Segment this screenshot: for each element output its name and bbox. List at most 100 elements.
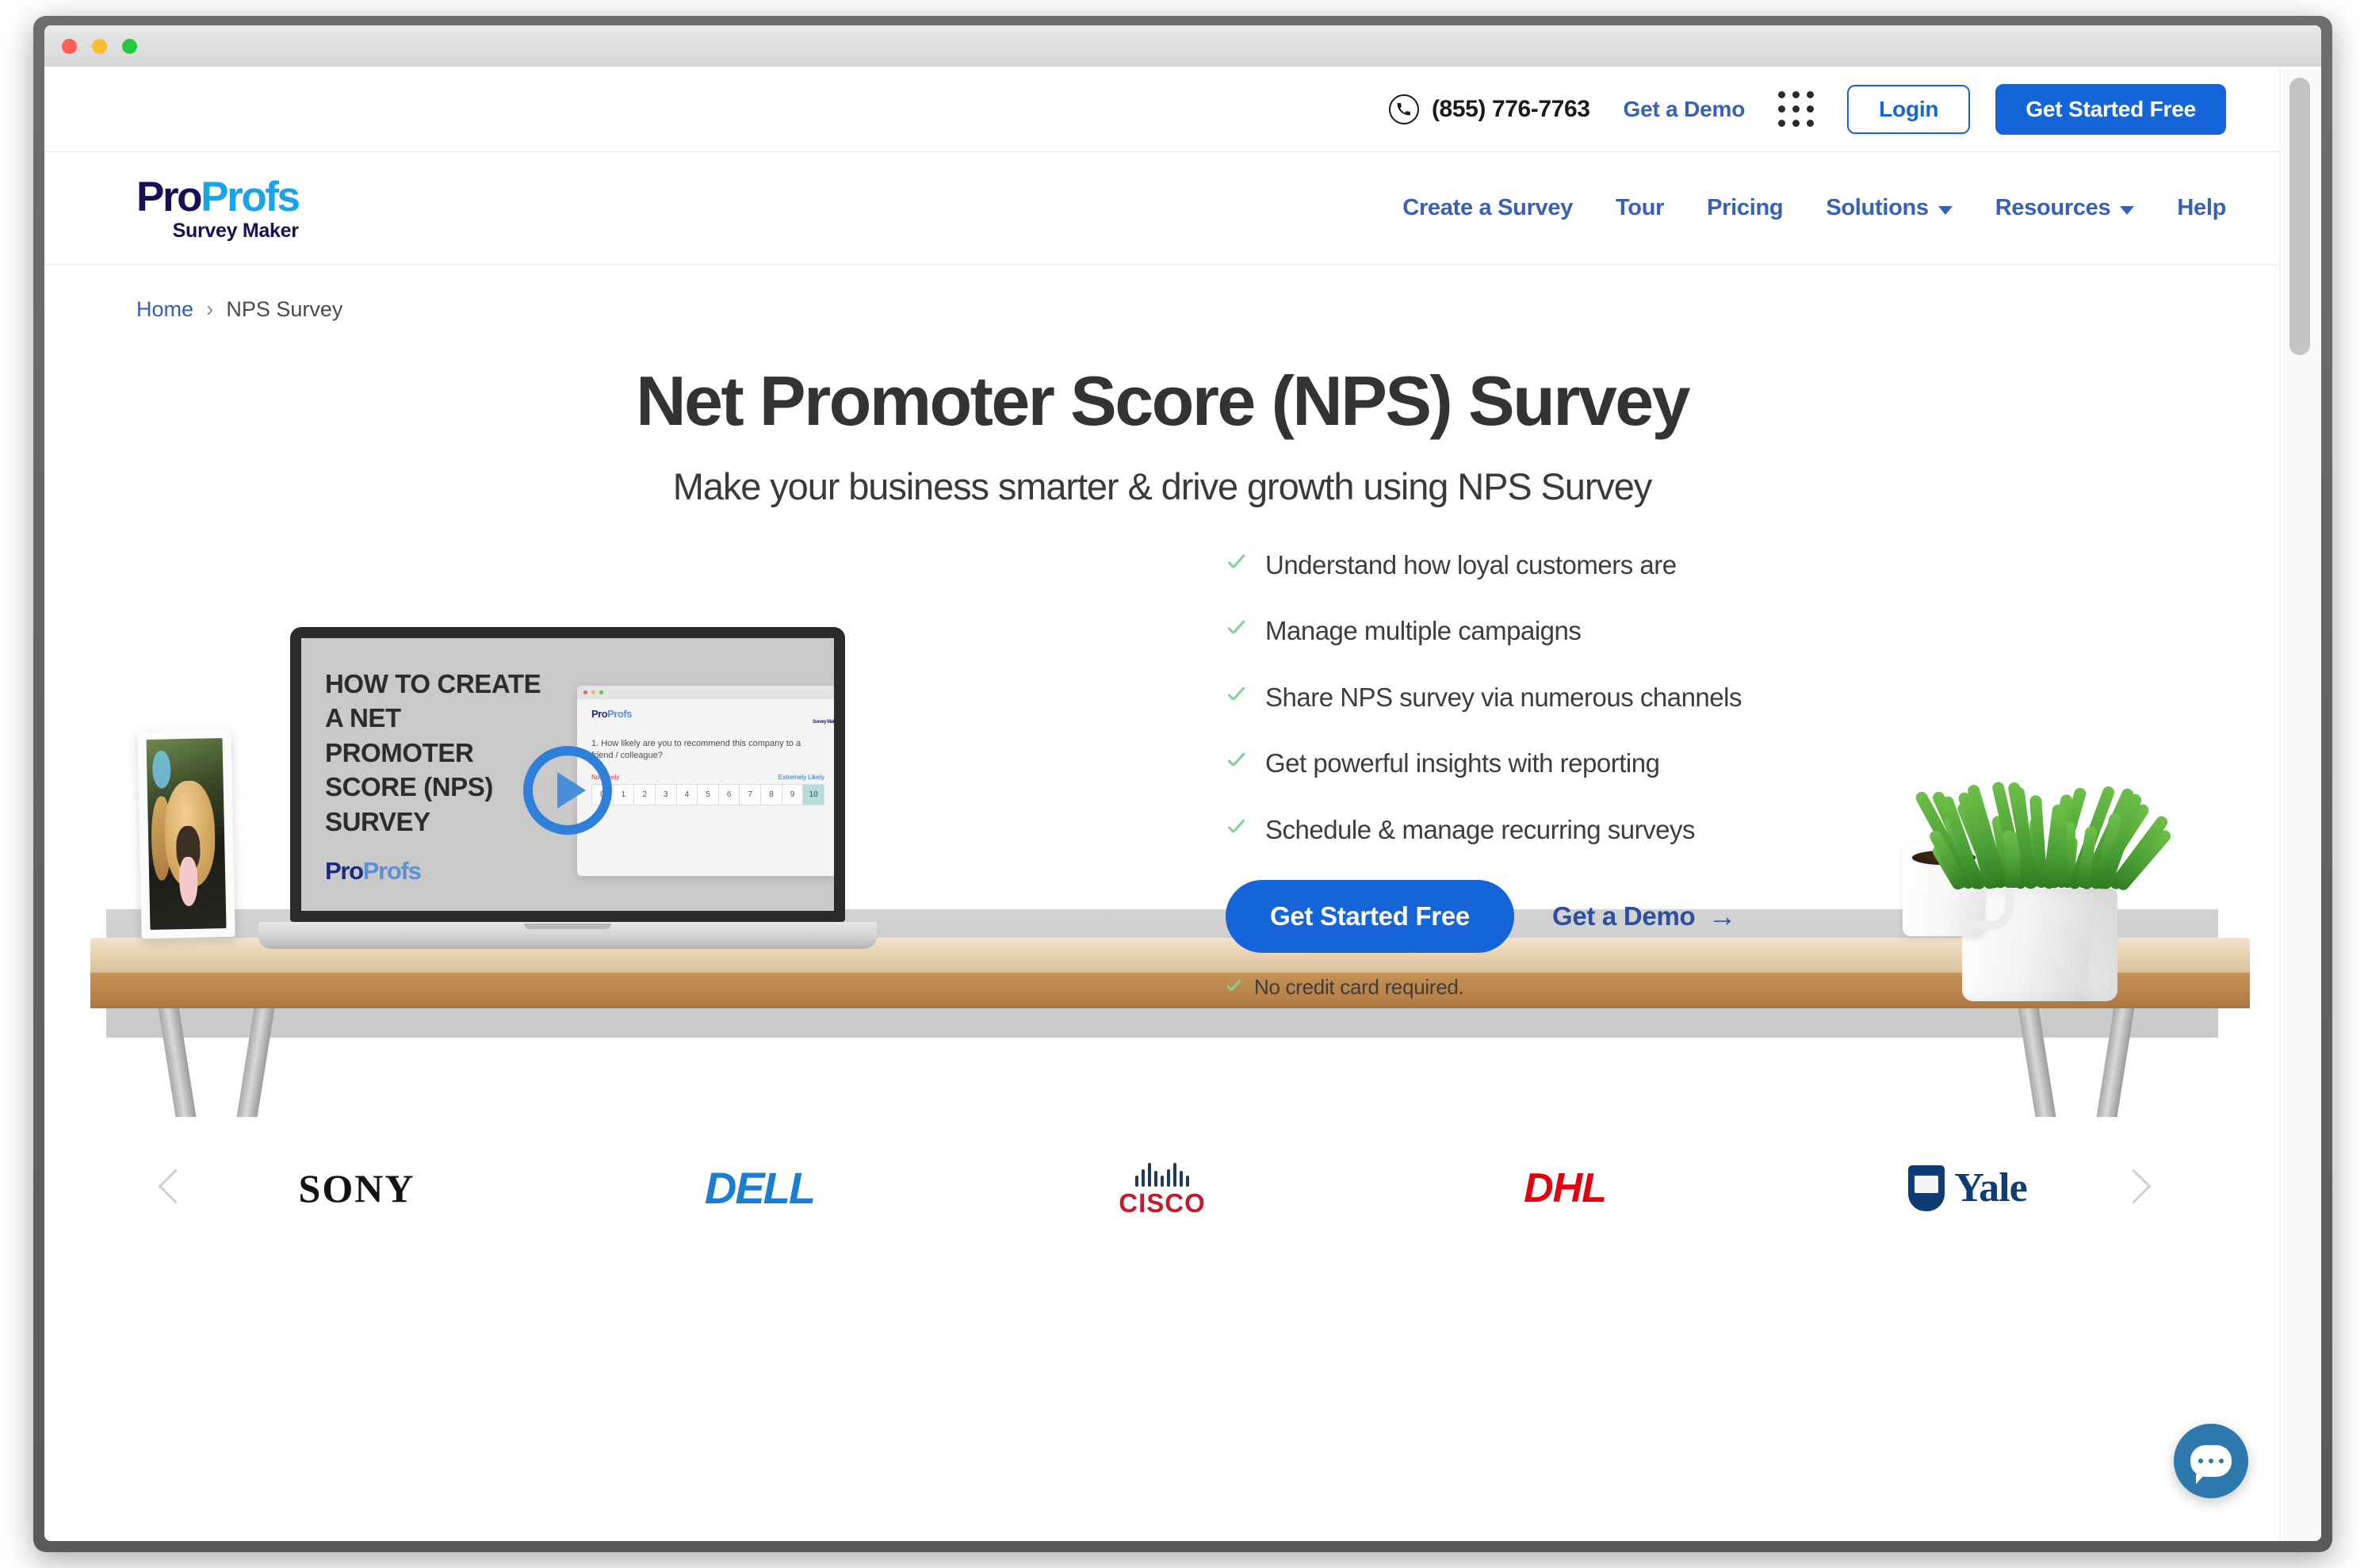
- mock-titlebar: [577, 685, 834, 699]
- nav-item-pricing[interactable]: Pricing: [1707, 195, 1784, 221]
- nps-scale-cell-3[interactable]: 3: [655, 784, 677, 805]
- nps-scale-cell-5[interactable]: 5: [698, 784, 719, 805]
- phone-icon: [1388, 94, 1419, 124]
- brand-logo-yale[interactable]: Yale: [1766, 1165, 2169, 1211]
- mock-nps-scale[interactable]: 0 1 2 3 4 5 6 7 8 9 10: [591, 783, 824, 805]
- nps-scale-cell-9[interactable]: 9: [782, 784, 804, 805]
- plant-blade: [2054, 807, 2068, 889]
- mock-logo: ProProfs Survey Maker: [591, 709, 834, 725]
- breadcrumb-separator: ›: [206, 296, 214, 321]
- get-started-free-button-hero[interactable]: Get Started Free: [1226, 880, 1514, 954]
- nav-item-resources[interactable]: Resources: [1995, 195, 2135, 221]
- nav-item-create-a-survey[interactable]: Create a Survey: [1402, 195, 1573, 221]
- nav-label: Help: [2177, 195, 2226, 220]
- nps-scale-cell-2[interactable]: 2: [634, 784, 656, 805]
- brand-name: Yale: [1954, 1165, 2027, 1211]
- maximize-window-button[interactable]: [122, 39, 137, 54]
- get-started-free-button-top[interactable]: Get Started Free: [1995, 83, 2226, 135]
- browser-window-inner: (855) 776-7763 Get a Demo Login Get Star…: [44, 25, 2321, 1541]
- window-titlebar: [44, 25, 2321, 67]
- play-icon[interactable]: [523, 746, 612, 836]
- yale-shield-icon: [1908, 1165, 1945, 1211]
- chevron-left-icon[interactable]: [158, 1168, 193, 1203]
- phone-number[interactable]: (855) 776-7763: [1388, 94, 1590, 124]
- no-credit-card-note: No credit card required.: [1226, 975, 1939, 1000]
- nps-scale-cell-10[interactable]: 10: [803, 784, 824, 805]
- logo-part-2: Profs: [201, 173, 300, 220]
- mock-question-text: 1. How likely are you to recommend this …: [591, 738, 801, 761]
- benefit-label: Schedule & manage recurring surveys: [1265, 814, 1695, 844]
- nps-scale-cell-7[interactable]: 7: [740, 784, 762, 805]
- nps-scale-cell-8[interactable]: 8: [761, 784, 782, 805]
- nav-label: Solutions: [1826, 195, 1929, 220]
- brand-logo-dhl[interactable]: DHL: [1364, 1165, 1766, 1212]
- desktop-background: (855) 776-7763 Get a Demo Login Get Star…: [0, 0, 2364, 1568]
- close-window-button[interactable]: [62, 39, 77, 54]
- mock-logo-part-2: Profs: [607, 707, 632, 720]
- nav-label: Pricing: [1707, 195, 1784, 220]
- nps-scale-cell-4[interactable]: 4: [676, 784, 698, 805]
- hero-stage: HOW TO CREATE A NET PROMOTER SCORE (NPS)…: [44, 549, 2280, 1117]
- page-title: Net Promoter Score (NPS) Survey: [636, 361, 1690, 440]
- laptop-graphic: HOW TO CREATE A NET PROMOTER SCORE (NPS)…: [258, 626, 877, 949]
- apps-grid-icon[interactable]: [1778, 91, 1815, 127]
- check-icon: [1226, 686, 1248, 709]
- benefit-label: Understand how loyal customers are: [1265, 549, 1677, 579]
- laptop-base: [258, 921, 877, 949]
- login-button[interactable]: Login: [1847, 84, 1971, 134]
- nav-label: Resources: [1995, 195, 2111, 220]
- brand-name: SONY: [298, 1165, 415, 1210]
- benefit-label: Get powerful insights with reporting: [1265, 748, 1660, 778]
- minimize-window-button[interactable]: [92, 39, 107, 54]
- mock-logo-part-1: Pro: [591, 707, 608, 720]
- chevron-down-icon: [2120, 205, 2135, 215]
- get-a-demo-link[interactable]: Get a Demo: [1624, 97, 1746, 122]
- balloon-shape: [151, 750, 171, 789]
- chat-bubble-icon[interactable]: [2174, 1424, 2248, 1498]
- cisco-bars-icon: [961, 1160, 1364, 1187]
- laptop-lid: HOW TO CREATE A NET PROMOTER SCORE (NPS)…: [290, 626, 845, 922]
- brand-logo-cisco[interactable]: CISCO: [961, 1160, 1364, 1216]
- nps-scale-cell-6[interactable]: 6: [718, 784, 740, 805]
- nav-item-help[interactable]: Help: [2177, 195, 2226, 221]
- check-icon: [1226, 752, 1248, 774]
- page-subtitle: Make your business smarter & drive growt…: [672, 465, 1653, 507]
- check-icon: [1226, 819, 1248, 841]
- nav-item-solutions[interactable]: Solutions: [1826, 195, 1953, 221]
- breadcrumb-home-link[interactable]: Home: [136, 297, 193, 322]
- survey-mock-window: ProProfs Survey Maker 1. How likely are y…: [577, 685, 834, 876]
- video-thumbnail[interactable]: HOW TO CREATE A NET PROMOTER SCORE (NPS)…: [301, 637, 834, 911]
- get-a-demo-link-hero[interactable]: Get a Demo →: [1552, 901, 1736, 931]
- photo-frame: [137, 729, 235, 939]
- mock-scale-labels: Not Likely Extremely Likely: [591, 774, 824, 781]
- check-icon: [1226, 554, 1248, 576]
- page-scrollbar[interactable]: [2279, 67, 2321, 1541]
- chevron-right-icon[interactable]: [2116, 1168, 2152, 1203]
- demo-label: Get a Demo: [1551, 901, 1696, 931]
- benefit-label: Manage multiple campaigns: [1265, 616, 1582, 646]
- dog-photo: [146, 737, 227, 930]
- hero-heading-block: Net Promoter Score (NPS) Survey Make you…: [44, 322, 2280, 508]
- brand-logo-dell[interactable]: DELL: [558, 1162, 961, 1214]
- video-title: HOW TO CREATE A NET PROMOTER SCORE (NPS)…: [325, 668, 541, 836]
- check-icon: [1226, 620, 1248, 642]
- nps-scale-cell-1[interactable]: 1: [613, 784, 635, 805]
- hero-cta-row: Get Started Free Get a Demo →: [1226, 880, 1939, 954]
- phone-number-text: (855) 776-7763: [1431, 95, 1590, 122]
- web-page: (855) 776-7763 Get a Demo Login Get Star…: [44, 67, 2280, 1541]
- nav-links: Create a Survey Tour Pricing Solutions R…: [1402, 195, 2226, 221]
- plant-graphic: [1913, 770, 2174, 1001]
- no-credit-card-label: No credit card required.: [1254, 975, 1464, 1000]
- scrollbar-thumb[interactable]: [2289, 78, 2310, 355]
- brand-logo-sony[interactable]: SONY: [155, 1165, 558, 1211]
- benefit-item: Schedule & manage recurring surveys: [1226, 814, 1939, 846]
- plant-leaves: [1913, 770, 2174, 893]
- nav-item-tour[interactable]: Tour: [1616, 195, 1664, 221]
- benefit-item: Share NPS survey via numerous channels: [1226, 682, 1939, 713]
- browser-window-frame: (855) 776-7763 Get a Demo Login Get Star…: [33, 16, 2332, 1552]
- chat-bubble-shape: [2190, 1445, 2232, 1484]
- site-logo[interactable]: ProProfs Survey Maker: [136, 173, 300, 242]
- video-logo: ProProfs: [325, 857, 422, 885]
- logo-tagline: Survey Maker: [172, 219, 299, 242]
- benefit-item: Understand how loyal customers are: [1226, 549, 1939, 581]
